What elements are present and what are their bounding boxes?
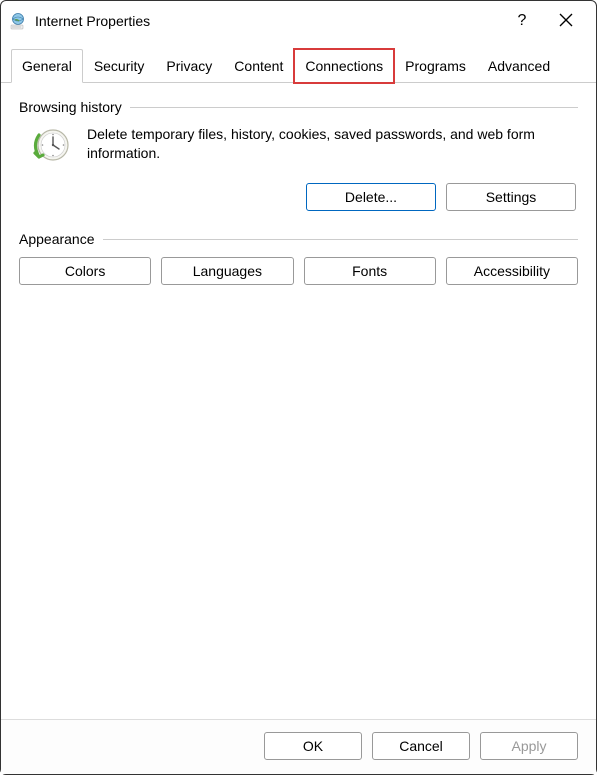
- divider: [103, 239, 578, 240]
- titlebar: Internet Properties ?: [1, 1, 596, 41]
- languages-button[interactable]: Languages: [161, 257, 293, 285]
- window-title: Internet Properties: [35, 13, 512, 29]
- tab-connections[interactable]: Connections: [294, 49, 394, 83]
- history-clock-icon: [29, 125, 73, 169]
- tab-advanced[interactable]: Advanced: [477, 49, 561, 83]
- titlebar-controls: ?: [512, 11, 588, 32]
- section-header-browsing-history: Browsing history: [19, 99, 578, 115]
- section-appearance: Appearance Colors Languages Fonts Access…: [19, 231, 578, 285]
- tab-panel-general: Browsing history Delete temporary f: [1, 83, 596, 719]
- section-header-appearance: Appearance: [19, 231, 578, 247]
- accessibility-button[interactable]: Accessibility: [446, 257, 578, 285]
- tab-privacy[interactable]: Privacy: [155, 49, 223, 83]
- tab-programs[interactable]: Programs: [394, 49, 477, 83]
- tab-general[interactable]: General: [11, 49, 83, 83]
- tab-security[interactable]: Security: [83, 49, 156, 83]
- cancel-button[interactable]: Cancel: [372, 732, 470, 760]
- tab-content[interactable]: Content: [223, 49, 294, 83]
- tab-bar: General Security Privacy Content Connect…: [1, 49, 596, 83]
- settings-button[interactable]: Settings: [446, 183, 576, 211]
- colors-button[interactable]: Colors: [19, 257, 151, 285]
- dialog-footer: OK Cancel Apply: [1, 719, 596, 774]
- browsing-history-description: Delete temporary files, history, cookies…: [87, 125, 578, 163]
- close-button[interactable]: [556, 11, 576, 32]
- internet-options-icon: [9, 12, 27, 30]
- divider: [130, 107, 578, 108]
- section-label-appearance: Appearance: [19, 231, 95, 247]
- section-browsing-history: Browsing history Delete temporary f: [19, 99, 578, 211]
- section-label-browsing-history: Browsing history: [19, 99, 122, 115]
- fonts-button[interactable]: Fonts: [304, 257, 436, 285]
- apply-button[interactable]: Apply: [480, 732, 578, 760]
- delete-button[interactable]: Delete...: [306, 183, 436, 211]
- ok-button[interactable]: OK: [264, 732, 362, 760]
- help-button[interactable]: ?: [512, 12, 532, 30]
